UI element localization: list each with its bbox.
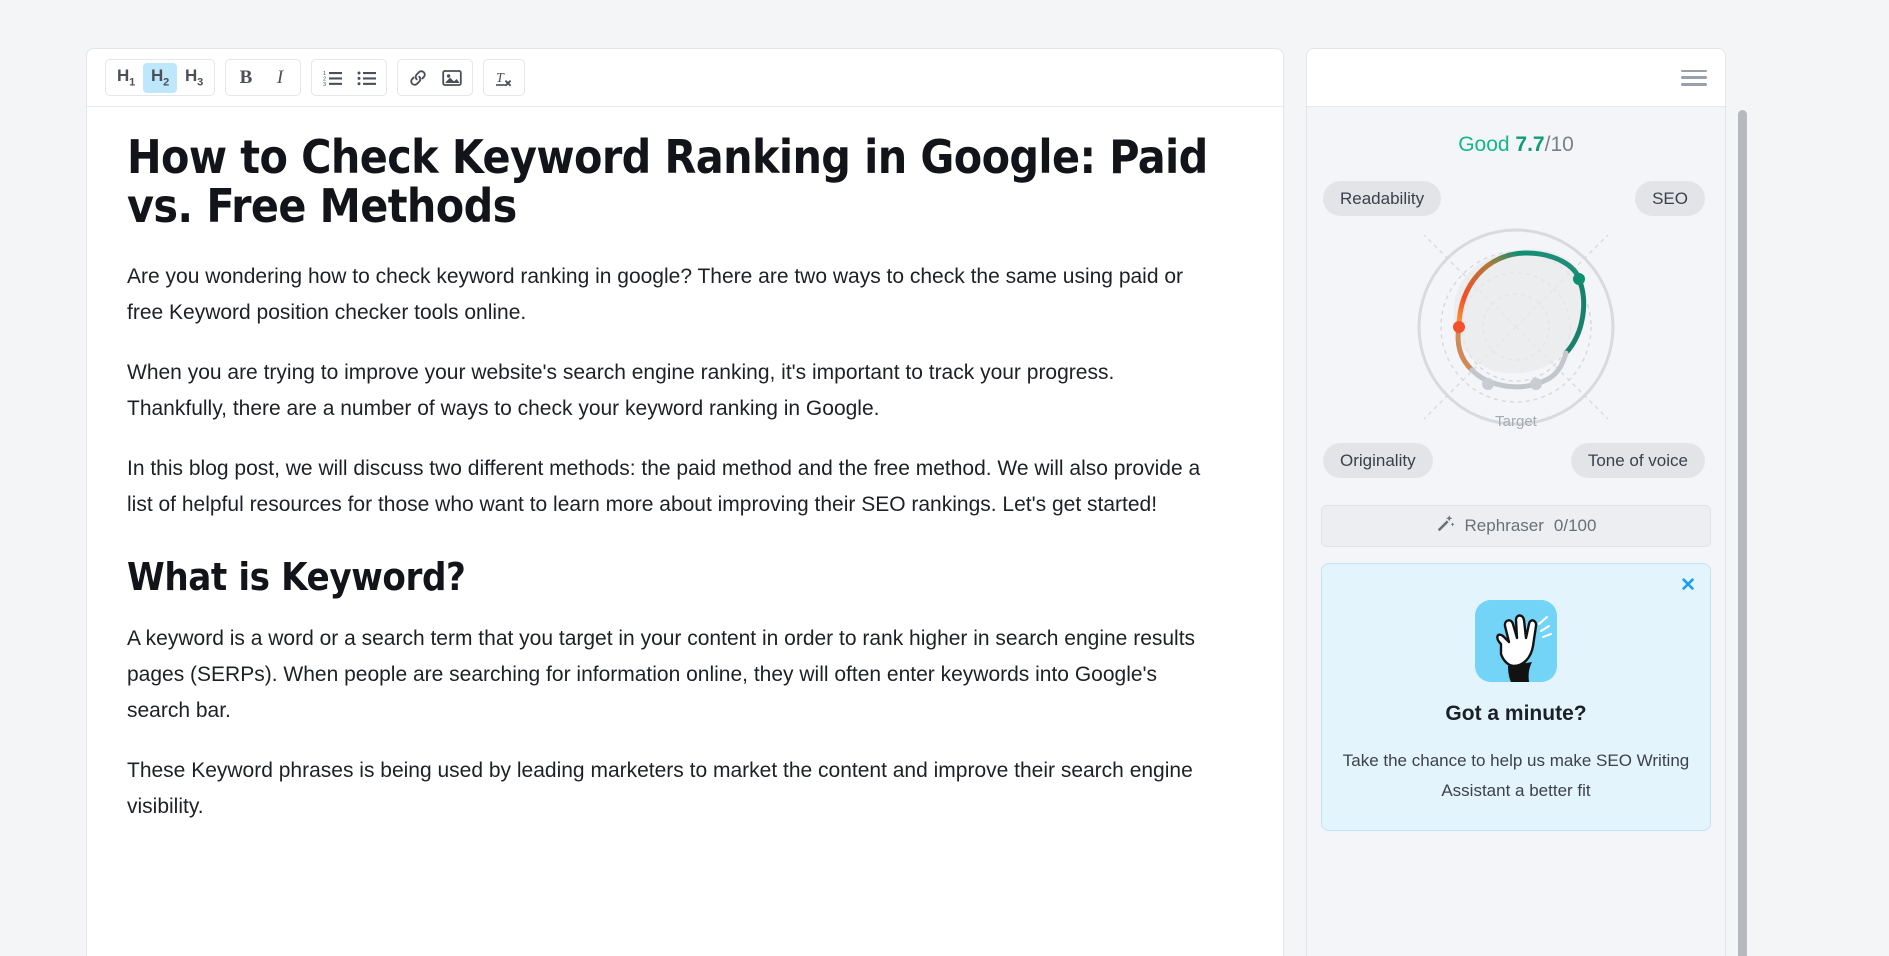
h1-sub: 1 bbox=[129, 76, 135, 89]
editor-panel: H1 H2 H3 B I 1 2 3 T How to Check Keywor… bbox=[86, 48, 1284, 956]
close-icon[interactable]: ✕ bbox=[1680, 576, 1696, 595]
ordered-list-button[interactable]: 1 2 3 bbox=[315, 63, 349, 93]
metric-chip-seo[interactable]: SEO bbox=[1635, 181, 1705, 216]
score-radar-chart: Readability SEO Originality Tone of voic… bbox=[1321, 163, 1711, 493]
bold-label: B bbox=[239, 66, 253, 88]
survey-promo-card: ✕ Got a minute? Take the chance to help … bbox=[1321, 563, 1711, 831]
app-root: H1 H2 H3 B I 1 2 3 T How to Check Keywor… bbox=[0, 0, 1889, 956]
italic-button[interactable]: I bbox=[263, 63, 297, 93]
bold-button[interactable]: B bbox=[229, 63, 263, 93]
italic-label: I bbox=[276, 66, 284, 88]
rephraser-label: Rephraser bbox=[1464, 516, 1544, 535]
paragraph[interactable]: Are you wondering how to check keyword r… bbox=[127, 259, 1217, 331]
paragraph[interactable]: These Keyword phrases is being used by l… bbox=[127, 753, 1217, 825]
document-content[interactable]: How to Check Keyword Ranking in Google: … bbox=[127, 132, 1217, 825]
overall-score: Good 7.7/10 bbox=[1307, 107, 1725, 163]
hamburger-menu-icon[interactable] bbox=[1681, 67, 1707, 89]
toolbar-group-insert bbox=[397, 59, 473, 96]
h3-label: H bbox=[185, 66, 198, 86]
radar-point-readability[interactable] bbox=[1453, 321, 1465, 333]
score-value: 7.7 bbox=[1515, 133, 1545, 156]
h3-sub: 3 bbox=[197, 76, 203, 89]
score-word: Good bbox=[1458, 133, 1510, 156]
radar-point-originality[interactable] bbox=[1482, 378, 1494, 390]
h1-label: H bbox=[117, 66, 130, 86]
promo-text: Take the chance to help us make SEO Writ… bbox=[1342, 751, 1690, 800]
target-label: Target bbox=[1495, 413, 1537, 430]
insert-link-button[interactable] bbox=[401, 63, 435, 93]
clear-formatting-button[interactable]: T bbox=[487, 63, 521, 93]
h2-button[interactable]: H2 bbox=[143, 62, 177, 93]
section-heading[interactable]: What is Keyword? bbox=[127, 557, 1217, 599]
toolbar-group-clear: T bbox=[483, 59, 525, 96]
rephraser-counter: 0/100 bbox=[1553, 516, 1597, 535]
image-icon bbox=[442, 69, 462, 87]
metric-chip-originality[interactable]: Originality bbox=[1323, 443, 1433, 478]
rephraser-button[interactable]: Rephraser 0/100 bbox=[1321, 505, 1711, 547]
metric-chip-tone-of-voice[interactable]: Tone of voice bbox=[1570, 443, 1705, 478]
link-icon bbox=[408, 68, 428, 88]
assistant-panel: Good 7.7/10 Readability SEO Originality … bbox=[1306, 48, 1726, 956]
panel-scrollbar[interactable] bbox=[1738, 110, 1747, 956]
promo-title: Got a minute? bbox=[1445, 702, 1587, 725]
toolbar-group-lists: 1 2 3 bbox=[311, 59, 387, 96]
assistant-panel-body: Good 7.7/10 Readability SEO Originality … bbox=[1307, 107, 1725, 956]
score-denominator: /10 bbox=[1544, 133, 1574, 156]
radar-point-seo[interactable] bbox=[1573, 273, 1585, 285]
waving-hand-icon bbox=[1475, 600, 1557, 682]
radar-point-tone-of-voice[interactable] bbox=[1530, 378, 1542, 390]
bullet-list-icon bbox=[357, 69, 376, 86]
document-title[interactable]: How to Check Keyword Ranking in Google: … bbox=[127, 132, 1217, 231]
toolbar-group-inline-style: B I bbox=[225, 59, 301, 96]
paragraph[interactable]: When you are trying to improve your webs… bbox=[127, 355, 1217, 427]
ordered-list-icon: 1 2 3 bbox=[323, 69, 342, 86]
svg-text:T: T bbox=[496, 71, 505, 86]
paragraph[interactable]: A keyword is a word or a search term tha… bbox=[127, 621, 1217, 729]
clear-formatting-icon: T bbox=[494, 68, 514, 88]
document-scroll-area[interactable]: How to Check Keyword Ranking in Google: … bbox=[87, 107, 1283, 956]
h2-sub: 2 bbox=[163, 76, 169, 89]
insert-image-button[interactable] bbox=[435, 63, 469, 93]
svg-text:3: 3 bbox=[323, 82, 326, 86]
magic-wand-icon bbox=[1436, 514, 1455, 538]
toolbar-group-headings: H1 H2 H3 bbox=[105, 59, 215, 96]
radar-svg bbox=[1417, 228, 1615, 426]
h1-button[interactable]: H1 bbox=[109, 63, 143, 93]
assistant-panel-header bbox=[1307, 49, 1725, 107]
assistant-panel-wrap: Good 7.7/10 Readability SEO Originality … bbox=[1306, 48, 1750, 956]
paragraph[interactable]: In this blog post, we will discuss two d… bbox=[127, 451, 1217, 523]
bullet-list-button[interactable] bbox=[349, 63, 383, 93]
h2-label: H bbox=[151, 66, 164, 86]
h3-button[interactable]: H3 bbox=[177, 63, 211, 93]
editor-toolbar: H1 H2 H3 B I 1 2 3 T bbox=[87, 49, 1283, 107]
